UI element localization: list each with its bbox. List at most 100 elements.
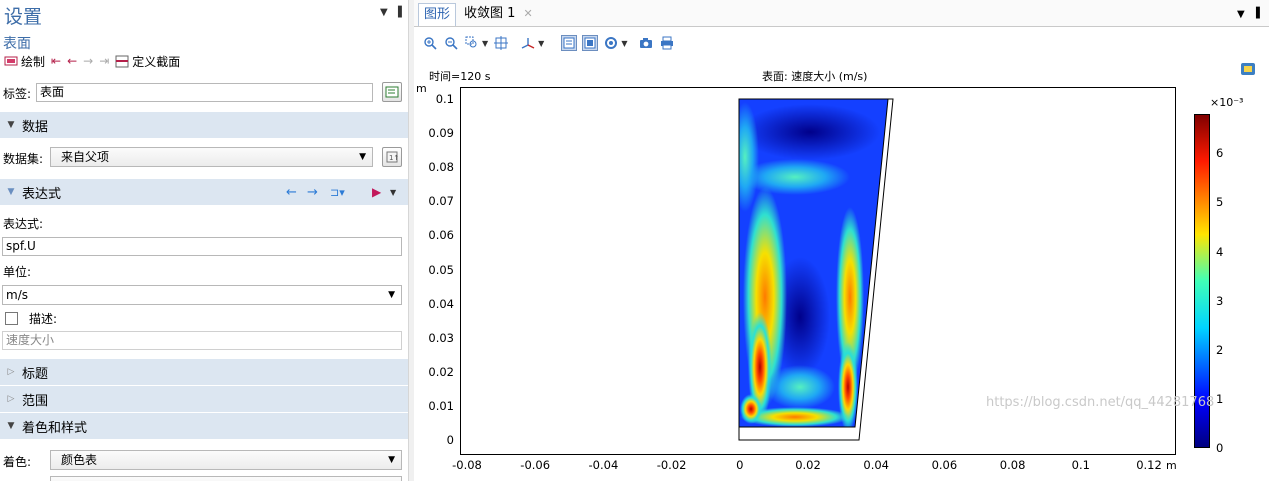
- section-title[interactable]: ▷ 标题: [0, 359, 408, 385]
- edit-label-icon: [385, 86, 399, 98]
- colorbar-tick-label: 6: [1216, 146, 1224, 161]
- y-tick-label: 0.08: [428, 160, 454, 175]
- x-tick-label: -0.04: [588, 458, 619, 472]
- show-grid-icon[interactable]: [561, 35, 578, 51]
- tab-graphics[interactable]: 图形: [418, 3, 457, 26]
- description-input[interactable]: 速度大小: [2, 331, 402, 350]
- axis-orientation-icon[interactable]: [520, 35, 536, 51]
- y-tick-label: 0.04: [428, 296, 454, 311]
- tab-convergence-plot[interactable]: 收敛图 1 ✕: [459, 3, 538, 26]
- y-tick-label: 0.02: [428, 364, 454, 379]
- zoom-extents-icon[interactable]: [493, 35, 509, 51]
- close-icon[interactable]: ✕: [524, 7, 533, 20]
- chevron-down-icon[interactable]: ▼: [390, 188, 396, 197]
- goto-source-icon: 1↑: [386, 151, 399, 163]
- last-icon[interactable]: ⇥: [99, 55, 109, 67]
- colorbar-tick-label: 1: [1216, 391, 1224, 406]
- expression-label: 表达式:: [3, 216, 44, 231]
- description-label: 描述:: [29, 311, 58, 326]
- node-type-label: 表面: [3, 36, 31, 52]
- range-icon[interactable]: ⊐▾: [330, 186, 345, 199]
- replace-expression-icon[interactable]: ←: [286, 185, 297, 200]
- x-tick-label: 0.12: [1136, 458, 1162, 472]
- pin-icon[interactable]: ▐: [394, 7, 402, 18]
- y-tick-label: 0.06: [428, 228, 454, 243]
- colorbar-tick-label: 2: [1216, 342, 1224, 357]
- settings-toolbar: 绘制 ⇤ ← → ⇥ 定义截面: [4, 52, 180, 70]
- section-title-label: 标题: [22, 366, 49, 382]
- dataset-select[interactable]: 来自父项 ▼: [50, 147, 373, 167]
- expanded-icon: ▼: [7, 120, 15, 130]
- tab-convergence-label: 收敛图 1: [464, 6, 516, 21]
- section-expression[interactable]: ▼ 表达式 ← → ⊐▾ ▶ ▼: [0, 179, 408, 205]
- description-checkbox[interactable]: [5, 311, 18, 325]
- chevron-down-icon[interactable]: ▼: [538, 39, 544, 48]
- zoom-box-icon[interactable]: [464, 35, 480, 51]
- chevron-down-icon[interactable]: ▼: [482, 39, 488, 48]
- y-tick-label: 0: [446, 433, 454, 447]
- plot-icon: [4, 56, 18, 66]
- plot-button[interactable]: 绘制: [4, 53, 45, 70]
- chevron-down-icon: ▼: [388, 455, 395, 465]
- svg-text:1↑: 1↑: [389, 154, 399, 162]
- settings-panel: 设置 ▼ ▐ 表面 绘制 ⇤ ← → ⇥ 定义截面 标签: 表面 ▼ 数据 数据…: [0, 0, 408, 481]
- y-tick-label: 0.07: [428, 194, 454, 209]
- panel-menu-chevron-icon[interactable]: ▼: [380, 7, 388, 18]
- first-icon[interactable]: ⇤: [51, 55, 61, 67]
- expanded-icon: ▼: [7, 421, 15, 431]
- section-data[interactable]: ▼ 数据: [0, 112, 408, 138]
- section-expression-label: 表达式: [22, 186, 62, 202]
- expression-input[interactable]: spf.U: [2, 237, 402, 256]
- next-select-partial[interactable]: [50, 476, 402, 481]
- colorbar-tick-label: 5: [1216, 195, 1224, 210]
- scene-light-icon[interactable]: [603, 35, 619, 51]
- chevron-down-icon: ▼: [388, 290, 395, 300]
- expression-label-row: 表达式:: [0, 214, 408, 232]
- time-label: 时间=120 s: [429, 70, 491, 83]
- section-data-label: 数据: [22, 119, 49, 135]
- label-field-label: 标签:: [3, 86, 32, 101]
- dataset-value: 来自父项: [61, 150, 110, 164]
- camera-icon[interactable]: [638, 35, 654, 51]
- panel-menu-chevron-icon[interactable]: ▼: [1237, 9, 1245, 20]
- y-tick-label: 0.09: [428, 126, 454, 141]
- coloring-label: 着色:: [3, 454, 32, 469]
- cut-plane-icon: [115, 55, 129, 67]
- next-icon[interactable]: →: [83, 55, 93, 67]
- coloring-select[interactable]: 颜色表 ▼: [50, 450, 402, 470]
- y-tick-label: 0.1: [435, 92, 454, 106]
- insert-expression-icon[interactable]: →: [307, 185, 318, 200]
- plot-area[interactable]: 时间=120 s 表面: 速度大小 (m/s) m m 0.1 0.09 0.0…: [414, 60, 1269, 480]
- colorbar-tick-label: 4: [1216, 244, 1224, 259]
- zoom-in-icon[interactable]: [422, 35, 438, 51]
- chevron-down-icon[interactable]: ▼: [621, 39, 627, 48]
- coloring-value: 颜色表: [61, 453, 98, 467]
- section-range[interactable]: ▷ 范围: [0, 386, 408, 412]
- y-tick-label: 0.05: [428, 262, 454, 277]
- tab-bar: 图形 收敛图 1 ✕ ▼ ▐: [414, 0, 1269, 27]
- previous-icon[interactable]: ←: [67, 55, 77, 67]
- collapsed-icon: ▷: [7, 367, 15, 377]
- watermark: https://blog.csdn.net/qq_44281768: [986, 395, 1215, 410]
- label-input[interactable]: 表面: [36, 83, 373, 102]
- x-tick-label: 0.06: [931, 458, 958, 472]
- colorbar-tick-label: 3: [1216, 293, 1224, 308]
- section-range-label: 范围: [22, 393, 49, 409]
- define-cut-button[interactable]: 定义截面: [115, 53, 180, 70]
- x-tick-label: 0.08: [999, 458, 1026, 472]
- show-axes-icon[interactable]: [582, 35, 599, 51]
- print-icon[interactable]: [659, 35, 675, 51]
- unit-label-row: 单位:: [0, 262, 408, 280]
- section-coloring[interactable]: ▼ 着色和样式: [0, 413, 408, 439]
- unit-select[interactable]: m/s ▼: [2, 285, 402, 305]
- zoom-out-icon[interactable]: [443, 35, 459, 51]
- graphics-window-icon[interactable]: [1240, 62, 1256, 79]
- evaluate-icon[interactable]: ▶: [372, 185, 381, 199]
- dataset-goto-button[interactable]: 1↑: [382, 147, 402, 167]
- pin-icon[interactable]: ▐: [1252, 8, 1260, 19]
- colorbar-exponent: ×10⁻³: [1210, 96, 1244, 109]
- expanded-icon: ▼: [7, 187, 15, 197]
- x-tick-label: -0.08: [452, 458, 482, 472]
- x-tick-label: -0.02: [656, 458, 687, 472]
- label-action-button[interactable]: [382, 82, 402, 102]
